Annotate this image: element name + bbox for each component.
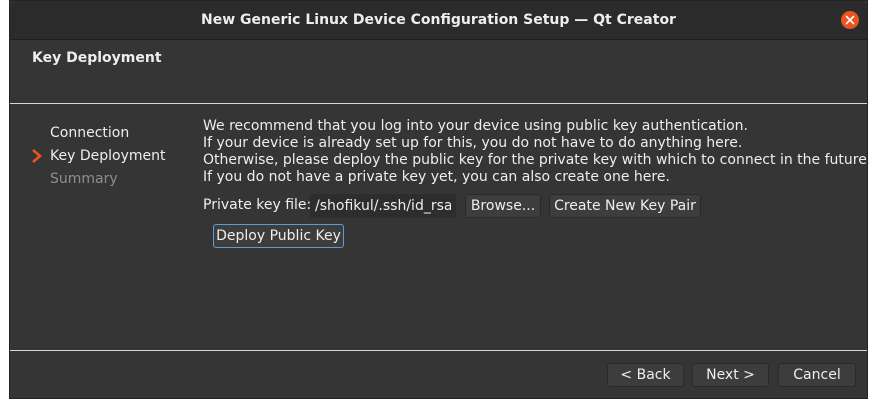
window-title: New Generic Linux Device Configuration S…: [201, 12, 676, 28]
page-title: Key Deployment: [32, 50, 162, 66]
step-connection: Connection: [30, 123, 200, 146]
cancel-button[interactable]: Cancel: [778, 363, 856, 387]
description-line: We recommend that you log into your devi…: [203, 118, 749, 134]
step-key-deployment: Key Deployment: [30, 146, 200, 169]
description-line: Otherwise, please deploy the public key …: [203, 152, 872, 168]
browse-button[interactable]: Browse...: [465, 194, 541, 218]
step-summary: Summary: [30, 169, 200, 192]
deploy-public-key-button[interactable]: Deploy Public Key: [213, 224, 344, 248]
create-key-pair-button[interactable]: Create New Key Pair: [549, 194, 701, 218]
step-label: Connection: [50, 125, 130, 141]
chevron-right-icon: [32, 149, 42, 163]
back-button[interactable]: < Back: [607, 363, 684, 387]
private-key-field[interactable]: [310, 194, 456, 218]
wizard-steps: Connection Key Deployment Summary: [30, 123, 200, 192]
private-key-row: Private key file: Browse... Create New K…: [203, 194, 863, 219]
close-button[interactable]: [841, 11, 859, 29]
description-line: If your device is already set up for thi…: [203, 135, 743, 151]
step-label: Summary: [50, 171, 118, 187]
footer-divider: [10, 350, 867, 351]
wizard-window: New Generic Linux Device Configuration S…: [9, 0, 872, 399]
private-key-label: Private key file:: [203, 197, 312, 213]
title-bar[interactable]: New Generic Linux Device Configuration S…: [10, 1, 867, 40]
page-content: We recommend that you log into your devi…: [203, 118, 872, 248]
page-header: Key Deployment: [10, 40, 867, 103]
description-line: If you do not have a private key yet, yo…: [203, 169, 670, 185]
next-button[interactable]: Next >: [692, 363, 769, 387]
step-label: Key Deployment: [50, 148, 166, 164]
close-icon: [845, 15, 855, 25]
header-divider: [10, 103, 867, 104]
